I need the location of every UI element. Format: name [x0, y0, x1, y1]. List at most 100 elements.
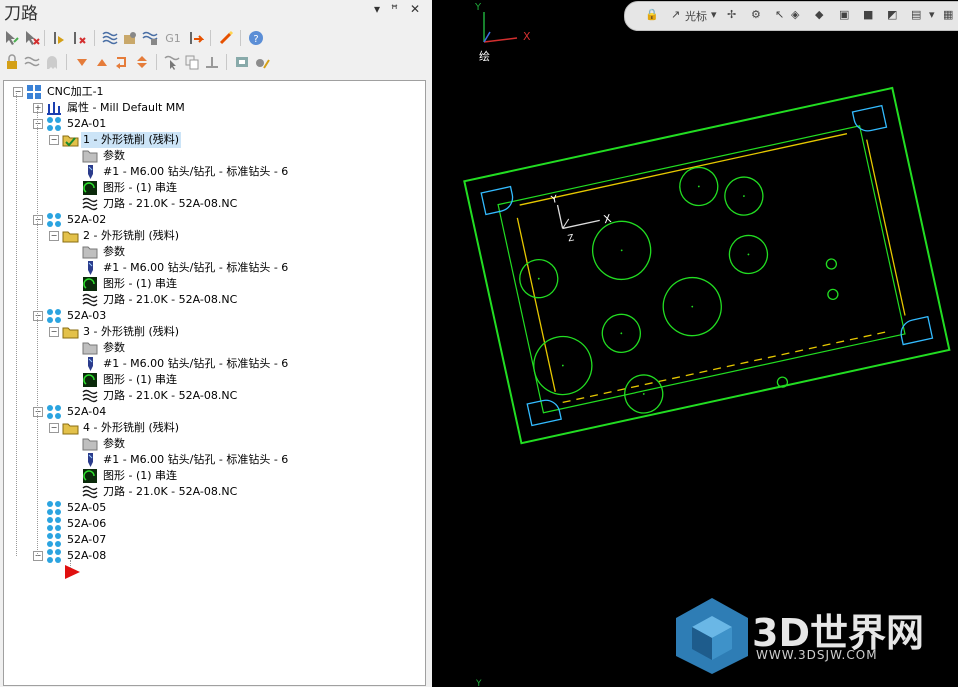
svg-text:?: ? — [253, 34, 258, 45]
regenerate-all-icon[interactable] — [52, 30, 68, 46]
help-icon[interactable]: ? — [248, 30, 264, 46]
cube-solid-icon[interactable]: ◆ — [815, 8, 823, 21]
grid-icon[interactable]: ▤ — [911, 8, 921, 21]
tree-tool-row[interactable]: #1 - M6.00 钻头/钻孔 - 标准钻头 - 6 — [82, 356, 290, 372]
move-up-icon[interactable] — [94, 54, 110, 70]
tree-root-row[interactable]: CNC加工-1 — [26, 84, 106, 100]
tree-tool-row[interactable]: #1 - M6.00 钻头/钻孔 - 标准钻头 - 6 — [82, 452, 290, 468]
show-selected-icon[interactable] — [164, 54, 180, 70]
gear-icon[interactable]: ⚙ — [751, 8, 761, 21]
tree-geometry-row[interactable]: 图形 - (1) 串连 — [82, 180, 179, 196]
tree-connector — [70, 560, 71, 568]
viewport-canvas[interactable]: Y X Y Y X Z — [432, 0, 958, 687]
tree-tool-row[interactable]: #1 - M6.00 钻头/钻孔 - 标准钻头 - 6 — [82, 164, 290, 180]
tree-params-icon — [82, 148, 98, 164]
tree-expander[interactable]: − — [33, 119, 43, 129]
tree-props-row[interactable]: 属性 - Mill Default MM — [46, 100, 187, 116]
toolbar-row-2 — [4, 51, 294, 73]
tree-group-row[interactable]: 52A-06 — [46, 516, 108, 532]
tree-toolpath-row[interactable]: 刀路 - 21.0K - 52A-08.NC — [82, 196, 239, 212]
tree-geometry-row[interactable]: 图形 - (1) 串连 — [82, 468, 179, 484]
select-invalid-ops-icon[interactable] — [24, 30, 40, 46]
backplot-icon[interactable] — [102, 30, 118, 46]
tree-group-row[interactable]: 52A-07 — [46, 532, 108, 548]
tree-toolpath-row[interactable]: 刀路 - 21.0K - 52A-08.NC — [82, 388, 239, 404]
move-down-icon[interactable] — [74, 54, 90, 70]
cursor-icon[interactable]: ↗ — [671, 8, 680, 21]
tree-operation-row[interactable]: 1 - 外形铣削 (残料) — [62, 132, 182, 148]
tree-expander[interactable]: − — [49, 231, 59, 241]
tree-expander[interactable]: − — [33, 407, 43, 417]
snap-icon[interactable]: ✢ — [727, 8, 736, 21]
tree-item-label: 图形 - (1) 串连 — [103, 181, 178, 194]
ops-table-icon[interactable] — [204, 54, 220, 70]
tree-group-row[interactable]: 52A-08 — [46, 548, 108, 564]
cursor-mode-dropdown[interactable]: 光标 — [685, 8, 707, 24]
tree-params-icon — [82, 340, 98, 356]
tree-group-row[interactable]: 52A-02 — [46, 212, 108, 228]
verify-icon[interactable] — [122, 30, 138, 46]
select-all-ops-icon[interactable] — [4, 30, 20, 46]
tree-expander[interactable]: − — [33, 215, 43, 225]
cube-blue-icon[interactable]: ■ — [863, 8, 873, 21]
regenerate-dirty-icon[interactable] — [72, 30, 88, 46]
panel-pin-button[interactable]: ꟸ — [391, 2, 398, 16]
lock-icon[interactable] — [4, 54, 20, 70]
tree-props-icon — [46, 100, 62, 116]
wand-icon[interactable] — [218, 30, 234, 46]
toggle-display-icon[interactable] — [24, 54, 40, 70]
operations-tree[interactable]: CNC加工-1− 属性 - Mill Default MM +52A-01−1 - … — [3, 80, 426, 686]
chevron-down-icon[interactable]: ▾ — [711, 8, 717, 21]
panel-close-button[interactable]: ✕ — [410, 2, 420, 16]
tree-group-row[interactable]: 52A-01 — [46, 116, 108, 132]
post-g1-icon[interactable]: G1 — [162, 30, 184, 46]
cube-dark-icon[interactable]: ◩ — [887, 8, 897, 21]
tree-expander[interactable]: − — [13, 87, 23, 97]
lock-icon[interactable]: 🔒 — [645, 8, 659, 21]
tree-expander[interactable]: − — [49, 327, 59, 337]
tree-geometry-row[interactable]: 图形 - (1) 串连 — [82, 372, 179, 388]
cube-wire-icon[interactable]: ◈ — [791, 8, 799, 21]
insert-arrow-icon[interactable] — [114, 54, 130, 70]
tree-geometry-row[interactable]: 图形 - (1) 串连 — [82, 276, 179, 292]
tree-operation-row[interactable]: 4 - 外形铣削 (残料) — [62, 420, 181, 436]
tree-expander[interactable]: − — [33, 311, 43, 321]
tree-toolpath-row[interactable]: 刀路 - 21.0K - 52A-08.NC — [82, 484, 239, 500]
tree-expander[interactable]: + — [33, 103, 43, 113]
toolbar-separator — [94, 30, 95, 46]
tree-tool-row[interactable]: #1 - M6.00 钻头/钻孔 - 标准钻头 - 6 — [82, 260, 290, 276]
tree-expander[interactable]: − — [33, 551, 43, 561]
select-icon[interactable]: ↖ — [775, 8, 784, 21]
tree-item-label: 刀路 - 21.0K - 52A-08.NC — [103, 389, 238, 402]
simulate-icon[interactable] — [142, 30, 158, 46]
toolbar-separator — [156, 54, 157, 70]
panel-dropdown-button[interactable]: ▾ — [374, 2, 380, 16]
cube-shaded-icon[interactable]: ▣ — [839, 8, 849, 21]
view-name-label: 绘 — [479, 50, 490, 63]
machine-icon[interactable] — [234, 54, 250, 70]
toolbar-separator — [240, 30, 241, 46]
texture-icon[interactable]: ▦ — [943, 8, 953, 21]
tree-group-icon — [46, 116, 62, 132]
tree-toolpath-icon — [82, 388, 98, 404]
ghost-icon[interactable] — [44, 54, 60, 70]
tree-params-row[interactable]: 参数 — [82, 436, 127, 452]
tree-toolpath-row[interactable]: 刀路 - 21.0K - 52A-08.NC — [82, 292, 239, 308]
tree-group-row[interactable]: 52A-04 — [46, 404, 108, 420]
expand-collapse-icon[interactable] — [134, 54, 150, 70]
tree-expander[interactable]: − — [49, 135, 59, 145]
tree-params-row[interactable]: 参数 — [82, 244, 127, 260]
chevron-down-icon[interactable]: ▾ — [929, 8, 935, 21]
post-ops-icon[interactable] — [188, 30, 204, 46]
tree-item-label: 2 - 外形铣削 (残料) — [83, 229, 180, 242]
copy-icon[interactable] — [184, 54, 200, 70]
graphics-viewport[interactable]: Y X Y Y X Z 绘 — [432, 0, 958, 687]
tree-operation-row[interactable]: 3 - 外形铣削 (残料) — [62, 324, 181, 340]
settings-icon[interactable] — [254, 54, 270, 70]
tree-params-row[interactable]: 参数 — [82, 340, 127, 356]
tree-group-row[interactable]: 52A-05 — [46, 500, 108, 516]
tree-operation-row[interactable]: 2 - 外形铣削 (残料) — [62, 228, 181, 244]
tree-expander[interactable]: − — [49, 423, 59, 433]
tree-params-row[interactable]: 参数 — [82, 148, 127, 164]
tree-group-row[interactable]: 52A-03 — [46, 308, 108, 324]
